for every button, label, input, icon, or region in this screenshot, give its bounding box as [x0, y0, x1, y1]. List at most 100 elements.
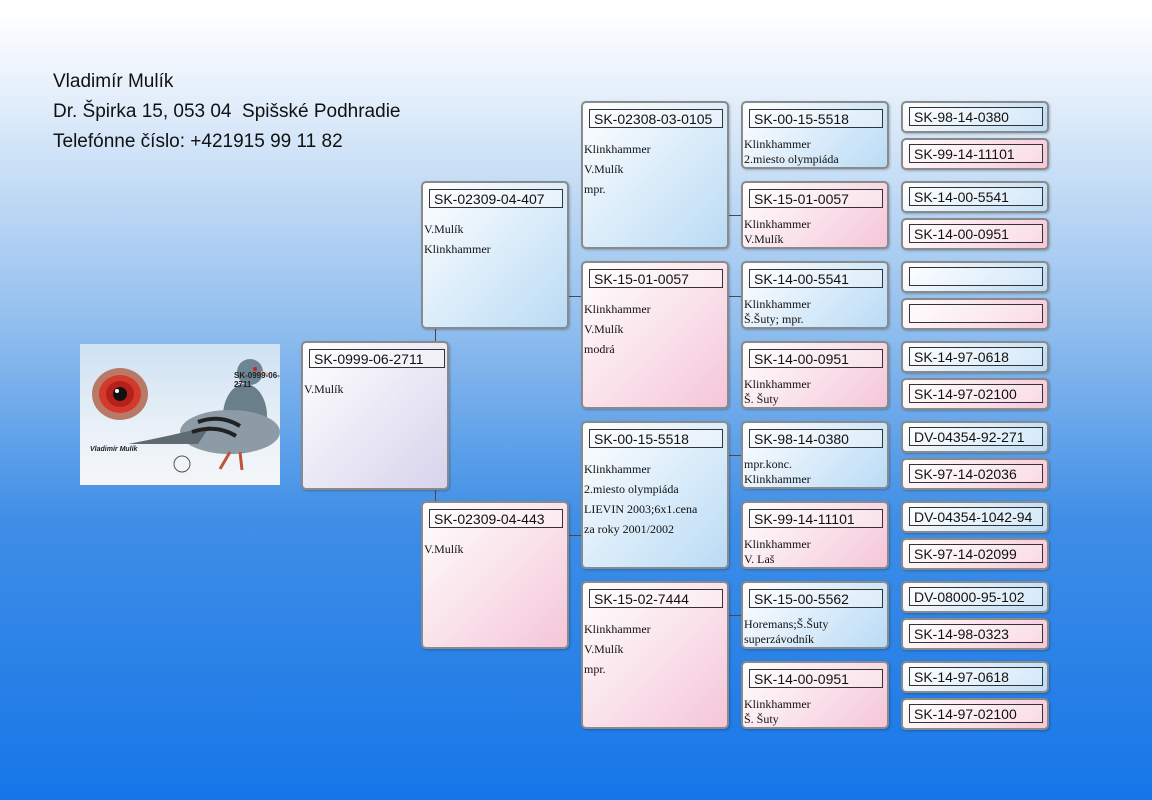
note: mpr.konc. [744, 457, 792, 471]
great-grandparent-card[interactable]: SK-14-00-0951 Klinkhammer Š. Šuty [741, 341, 889, 409]
subject-card[interactable]: SK-0999-06-2711 V.Mulík [301, 341, 449, 490]
ring-number: SK-14-97-02100 [909, 704, 1043, 723]
great-grandparent-card[interactable]: SK-14-00-0951 Klinkhammer Š. Šuty [741, 661, 889, 729]
ring-number: DV-04354-92-271 [909, 427, 1043, 446]
connector-line [568, 535, 582, 536]
note: V.Mulík [584, 642, 624, 656]
note: V.Mulík [424, 542, 464, 556]
note: superzávodník [744, 632, 814, 646]
ring-number: SK-15-02-7444 [589, 589, 723, 608]
photo-owner-label: Vladimír Mulík [90, 446, 138, 453]
note: Klinkhammer [584, 622, 651, 636]
grandparent-card[interactable]: SK-15-01-0057 Klinkhammer V.Mulík modrá [581, 261, 729, 409]
ring-number: SK-99-14-11101 [909, 144, 1043, 163]
ancestor-card[interactable]: SK-97-14-02099 [901, 538, 1049, 570]
connector-line [435, 488, 436, 502]
note: Klinkhammer [584, 462, 651, 476]
grandparent-card[interactable]: SK-00-15-5518 Klinkhammer 2.miesto olymp… [581, 421, 729, 569]
owner-address: Dr. Špirka 15, 053 04 Spišské Podhradie [53, 101, 401, 122]
ancestor-card[interactable] [901, 298, 1049, 330]
ring-number: SK-14-97-0618 [909, 347, 1043, 366]
connector-line [728, 296, 742, 297]
ring-number: SK-98-14-0380 [909, 107, 1043, 126]
note: Klinkhammer [744, 697, 811, 711]
note: Klinkhammer [744, 137, 811, 151]
ancestor-card[interactable] [901, 261, 1049, 293]
ancestor-card[interactable]: SK-14-97-0618 [901, 341, 1049, 373]
note: V.Mulík [424, 222, 464, 236]
note: modrá [584, 342, 615, 356]
ring-number: SK-14-98-0323 [909, 624, 1043, 643]
ring-number: SK-02308-03-0105 [589, 109, 723, 128]
ring-number: SK-00-15-5518 [749, 109, 883, 128]
note: V.Mulík [304, 382, 344, 396]
note: Klinkhammer [744, 297, 811, 311]
sire-card[interactable]: SK-02309-04-407 V.Mulík Klinkhammer [421, 181, 569, 329]
note: Horemans;Š.Šuty [744, 617, 829, 631]
ancestor-card[interactable]: SK-14-00-0951 [901, 218, 1049, 250]
connector-line [728, 455, 742, 456]
ring-number: SK-97-14-02099 [909, 544, 1043, 563]
note: za roky 2001/2002 [584, 522, 674, 536]
note: V.Mulík [584, 322, 624, 336]
pigeon-illustration [92, 359, 280, 473]
ring-number: SK-02309-04-407 [429, 189, 563, 208]
great-grandparent-card[interactable]: SK-99-14-11101 Klinkhammer V. Laš [741, 501, 889, 569]
owner-phone: Telefónne číslo: +421915 99 11 82 [53, 131, 343, 152]
pigeon-photo: SK-0999-06-2711 ♀ Vladimír Mulík [80, 344, 280, 485]
great-grandparent-card[interactable]: SK-98-14-0380 mpr.konc. Klinkhammer [741, 421, 889, 489]
ring-number: SK-15-01-0057 [749, 189, 883, 208]
ring-number: DV-04354-1042-94 [909, 507, 1043, 526]
connector-line [728, 615, 742, 616]
ring-number: SK-0999-06-2711 [309, 349, 445, 368]
ring-number: SK-14-00-0951 [749, 669, 883, 688]
ring-number: SK-15-00-5562 [749, 589, 883, 608]
ancestor-card[interactable]: SK-97-14-02036 [901, 458, 1049, 490]
grandparent-card[interactable]: SK-15-02-7444 Klinkhammer V.Mulík mpr. [581, 581, 729, 729]
ring-number: SK-98-14-0380 [749, 429, 883, 448]
note: V.Mulík [584, 162, 624, 176]
note: V. Laš [744, 552, 775, 566]
ring-number: SK-99-14-11101 [749, 509, 883, 528]
note: Klinkhammer [424, 242, 491, 256]
connector-line [568, 296, 582, 297]
note: Š.Šuty; mpr. [744, 312, 804, 326]
ring-number: DV-08000-95-102 [909, 587, 1043, 606]
dam-card[interactable]: SK-02309-04-443 V.Mulík [421, 501, 569, 649]
ancestor-card[interactable]: SK-99-14-11101 [901, 138, 1049, 170]
great-grandparent-card[interactable]: SK-14-00-5541 Klinkhammer Š.Šuty; mpr. [741, 261, 889, 329]
ring-number: SK-15-01-0057 [589, 269, 723, 288]
ancestor-card[interactable]: SK-14-97-0618 [901, 661, 1049, 693]
grandparent-card[interactable]: SK-02308-03-0105 Klinkhammer V.Mulík mpr… [581, 101, 729, 249]
ancestor-card[interactable]: SK-14-98-0323 [901, 618, 1049, 650]
ancestor-card[interactable]: SK-14-97-02100 [901, 698, 1049, 730]
note: mpr. [584, 662, 606, 676]
ancestor-card[interactable]: SK-14-97-02100 [901, 378, 1049, 410]
ancestor-card[interactable]: SK-98-14-0380 [901, 101, 1049, 133]
ancestor-card[interactable]: SK-14-00-5541 [901, 181, 1049, 213]
ring-number [909, 304, 1043, 323]
note: V.Mulík [744, 232, 784, 246]
ancestor-card[interactable]: DV-08000-95-102 [901, 581, 1049, 613]
note: Klinkhammer [744, 217, 811, 231]
great-grandparent-card[interactable]: SK-15-01-0057 Klinkhammer V.Mulík [741, 181, 889, 249]
great-grandparent-card[interactable]: SK-00-15-5518 Klinkhammer 2.miesto olymp… [741, 101, 889, 169]
ring-number [909, 267, 1043, 286]
note: Š. Šuty [744, 392, 779, 406]
ring-number: SK-14-00-0951 [909, 224, 1043, 243]
note: LIEVIN 2003;6x1.cena [584, 502, 698, 516]
ring-number: SK-00-15-5518 [589, 429, 723, 448]
note: Klinkhammer [584, 302, 651, 316]
note: Klinkhammer [744, 472, 811, 486]
note: mpr. [584, 182, 606, 196]
ancestor-card[interactable]: DV-04354-1042-94 [901, 501, 1049, 533]
ring-number: SK-14-00-5541 [909, 187, 1043, 206]
ancestor-card[interactable]: DV-04354-92-271 [901, 421, 1049, 453]
ring-number: SK-14-00-0951 [749, 349, 883, 368]
note: Klinkhammer [584, 142, 651, 156]
note: Klinkhammer [744, 377, 811, 391]
note: 2.miesto olympiáda [744, 152, 839, 166]
owner-name: Vladimír Mulík [53, 71, 174, 92]
connector-line [728, 215, 742, 216]
great-grandparent-card[interactable]: SK-15-00-5562 Horemans;Š.Šuty superzávod… [741, 581, 889, 649]
